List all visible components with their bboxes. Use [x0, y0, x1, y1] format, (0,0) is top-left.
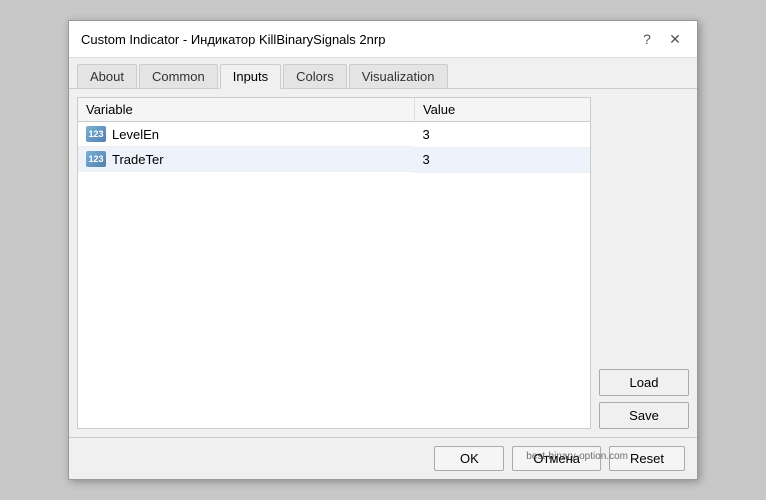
- dialog-title: Custom Indicator - Индикатор KillBinaryS…: [81, 32, 385, 47]
- variable-cell: 123 TradeTer: [78, 147, 414, 172]
- load-button[interactable]: Load: [599, 369, 689, 396]
- variable-type-icon: 123: [86, 126, 106, 142]
- table-row[interactable]: 123 TradeTer 3: [78, 147, 590, 172]
- title-controls: ? ✕: [637, 29, 685, 49]
- tab-common[interactable]: Common: [139, 64, 218, 88]
- variable-type-icon: 123: [86, 151, 106, 167]
- help-button[interactable]: ?: [637, 29, 657, 49]
- side-buttons: Load Save: [599, 97, 689, 429]
- table-row[interactable]: 123 LevelEn 3: [78, 122, 590, 148]
- variable-name: TradeTer: [112, 152, 164, 167]
- value-cell[interactable]: 3: [414, 122, 590, 148]
- title-bar: Custom Indicator - Индикатор KillBinaryS…: [69, 21, 697, 58]
- value-cell[interactable]: 3: [414, 147, 590, 172]
- close-button[interactable]: ✕: [665, 29, 685, 49]
- watermark: best-binary-option.com: [526, 451, 628, 462]
- tab-about[interactable]: About: [77, 64, 137, 88]
- variable-cell: 123 LevelEn: [78, 122, 414, 147]
- inputs-table: Variable Value 123 LevelEn 3 123 TradeTer 3: [77, 97, 591, 429]
- variable-name: LevelEn: [112, 127, 159, 142]
- tab-colors[interactable]: Colors: [283, 64, 347, 88]
- content-area: Variable Value 123 LevelEn 3 123 TradeTer 3 L…: [69, 89, 697, 437]
- dialog-window: Custom Indicator - Индикатор KillBinaryS…: [68, 20, 698, 480]
- ok-button[interactable]: OK: [434, 446, 504, 471]
- tab-inputs[interactable]: Inputs: [220, 64, 281, 89]
- column-variable: Variable: [78, 98, 414, 122]
- column-value: Value: [414, 98, 590, 122]
- tab-visualization[interactable]: Visualization: [349, 64, 448, 88]
- save-button[interactable]: Save: [599, 402, 689, 429]
- tab-bar: About Common Inputs Colors Visualization: [69, 58, 697, 89]
